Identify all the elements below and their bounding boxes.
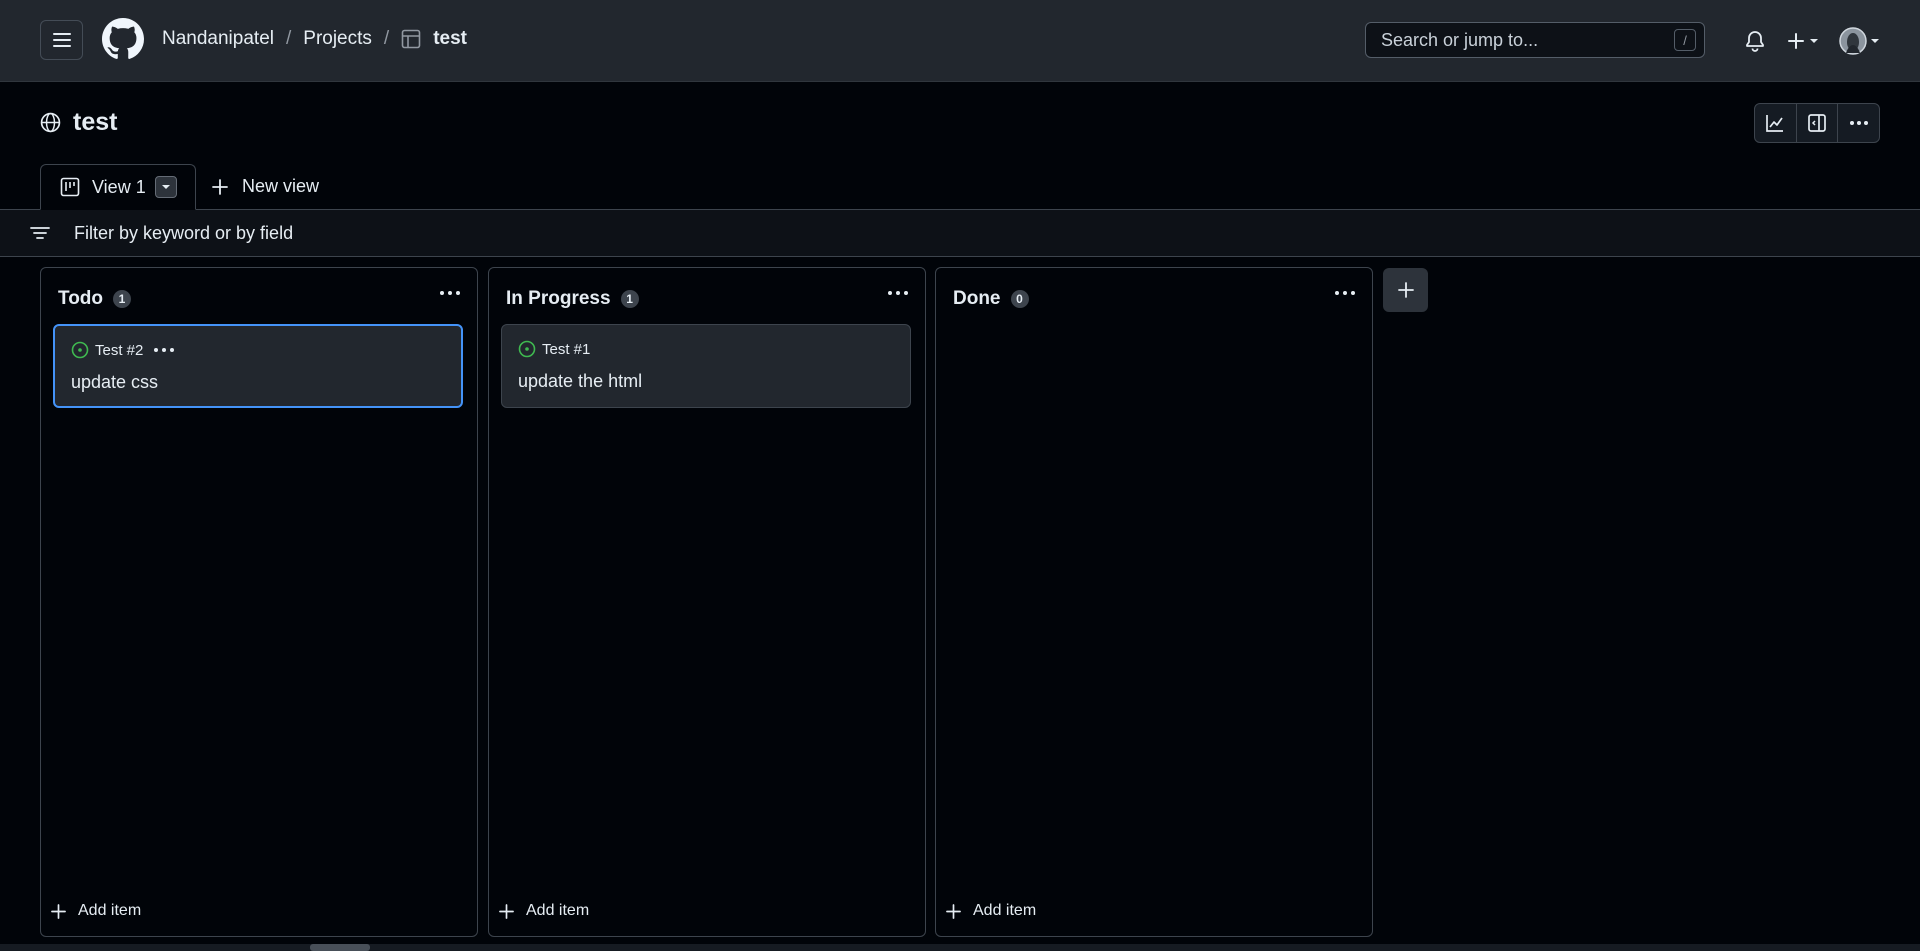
- kebab-icon: [1849, 121, 1868, 125]
- column-header: Todo 1: [58, 288, 132, 310]
- insights-button[interactable]: [1755, 104, 1797, 142]
- add-item-button[interactable]: Add item: [51, 902, 141, 920]
- add-item-button[interactable]: Add item: [499, 902, 589, 920]
- triangle-down-icon: [1810, 39, 1818, 43]
- table-icon: [401, 29, 421, 49]
- kebab-icon: [154, 348, 175, 352]
- column-count-badge: 1: [620, 290, 639, 308]
- breadcrumb-project[interactable]: test: [433, 28, 467, 50]
- page-title: test: [40, 108, 117, 137]
- github-logo-icon[interactable]: [102, 18, 144, 60]
- view-options-button[interactable]: [155, 176, 177, 198]
- card-reference[interactable]: Test #2: [95, 342, 143, 359]
- card-menu-button[interactable]: [153, 347, 175, 353]
- notifications-button[interactable]: [1742, 28, 1768, 54]
- insights-icon: [1766, 115, 1784, 132]
- card-meta: Test #2: [71, 341, 175, 359]
- search-placeholder: Search or jump to...: [1381, 29, 1539, 50]
- column-count-badge: 0: [1010, 290, 1029, 308]
- filter-icon: [30, 226, 50, 240]
- filter-input[interactable]: Filter by keyword or by field: [74, 223, 293, 244]
- add-column-button[interactable]: [1383, 268, 1428, 312]
- create-new-button[interactable]: [1784, 28, 1822, 54]
- avatar-menu-button[interactable]: [1838, 26, 1880, 56]
- card-title[interactable]: update css: [71, 372, 158, 393]
- plus-icon: [1397, 282, 1414, 298]
- filter-bar[interactable]: Filter by keyword or by field: [0, 210, 1920, 257]
- project-title-text: test: [73, 108, 118, 136]
- plus-icon: [212, 178, 228, 195]
- search-shortcut-key: /: [1674, 29, 1696, 51]
- board-column-todo: Todo 1 Test #2 update css Add item: [40, 267, 478, 937]
- project-actions: [1754, 103, 1880, 143]
- column-title: Done: [953, 288, 1001, 309]
- plus-icon: [51, 903, 66, 919]
- new-view-label: New view: [242, 176, 320, 196]
- side-panel-button[interactable]: [1797, 104, 1839, 142]
- column-menu-button[interactable]: [439, 290, 461, 296]
- column-header: Done 0: [953, 288, 1029, 310]
- card-title[interactable]: update the html: [518, 371, 642, 392]
- column-title: Todo: [58, 288, 104, 309]
- horizontal-scrollbar[interactable]: [0, 944, 1920, 951]
- bell-icon: [1746, 31, 1764, 52]
- menu-button[interactable]: [40, 20, 83, 60]
- card-meta: Test #1: [518, 340, 590, 358]
- breadcrumb-separator: /: [285, 28, 292, 49]
- column-count-badge: 1: [113, 290, 132, 308]
- scrollbar-thumb[interactable]: [310, 944, 370, 951]
- board-icon: [60, 177, 80, 197]
- board-card[interactable]: Test #2 update css: [53, 324, 463, 408]
- project-more-button[interactable]: [1838, 104, 1879, 142]
- tab-label: View 1: [92, 176, 146, 197]
- column-menu-button[interactable]: [1334, 290, 1356, 296]
- kebab-icon: [1335, 291, 1355, 295]
- board-card[interactable]: Test #1 update the html: [501, 324, 911, 408]
- new-view-button[interactable]: New view: [212, 176, 319, 197]
- breadcrumb-owner[interactable]: Nandanipatel: [162, 28, 274, 50]
- breadcrumb-separator: /: [383, 28, 390, 49]
- board-column-in-progress: In Progress 1 Test #1 update the html Ad…: [488, 267, 926, 937]
- board-column-done: Done 0 Add item: [935, 267, 1373, 937]
- kebab-icon: [888, 291, 908, 295]
- breadcrumb-projects[interactable]: Projects: [303, 28, 372, 50]
- add-item-button[interactable]: Add item: [946, 902, 1036, 920]
- side-panel-icon: [1808, 114, 1826, 132]
- plus-icon: [946, 903, 961, 919]
- kebab-icon: [440, 291, 460, 295]
- triangle-down-icon: [162, 185, 170, 189]
- globe-icon: [40, 112, 61, 133]
- add-item-label: Add item: [973, 902, 1037, 919]
- add-item-label: Add item: [526, 902, 590, 919]
- issue-open-icon: [518, 340, 536, 358]
- column-title: In Progress: [506, 288, 611, 309]
- avatar: [1838, 27, 1867, 55]
- column-header: In Progress 1: [506, 288, 639, 310]
- global-header: Nandanipatel / Projects / test Search or…: [0, 0, 1920, 82]
- column-menu-button[interactable]: [887, 290, 909, 296]
- plus-icon: [1788, 33, 1804, 49]
- breadcrumb: Nandanipatel / Projects / test: [162, 28, 467, 50]
- plus-icon: [499, 903, 514, 919]
- card-reference[interactable]: Test #1: [542, 341, 590, 358]
- tab-view-1[interactable]: View 1: [40, 164, 196, 210]
- search-input[interactable]: Search or jump to... /: [1365, 22, 1705, 58]
- add-item-label: Add item: [78, 902, 142, 919]
- issue-open-icon: [71, 341, 89, 359]
- triangle-down-icon: [1870, 39, 1879, 43]
- hamburger-icon: [52, 33, 71, 47]
